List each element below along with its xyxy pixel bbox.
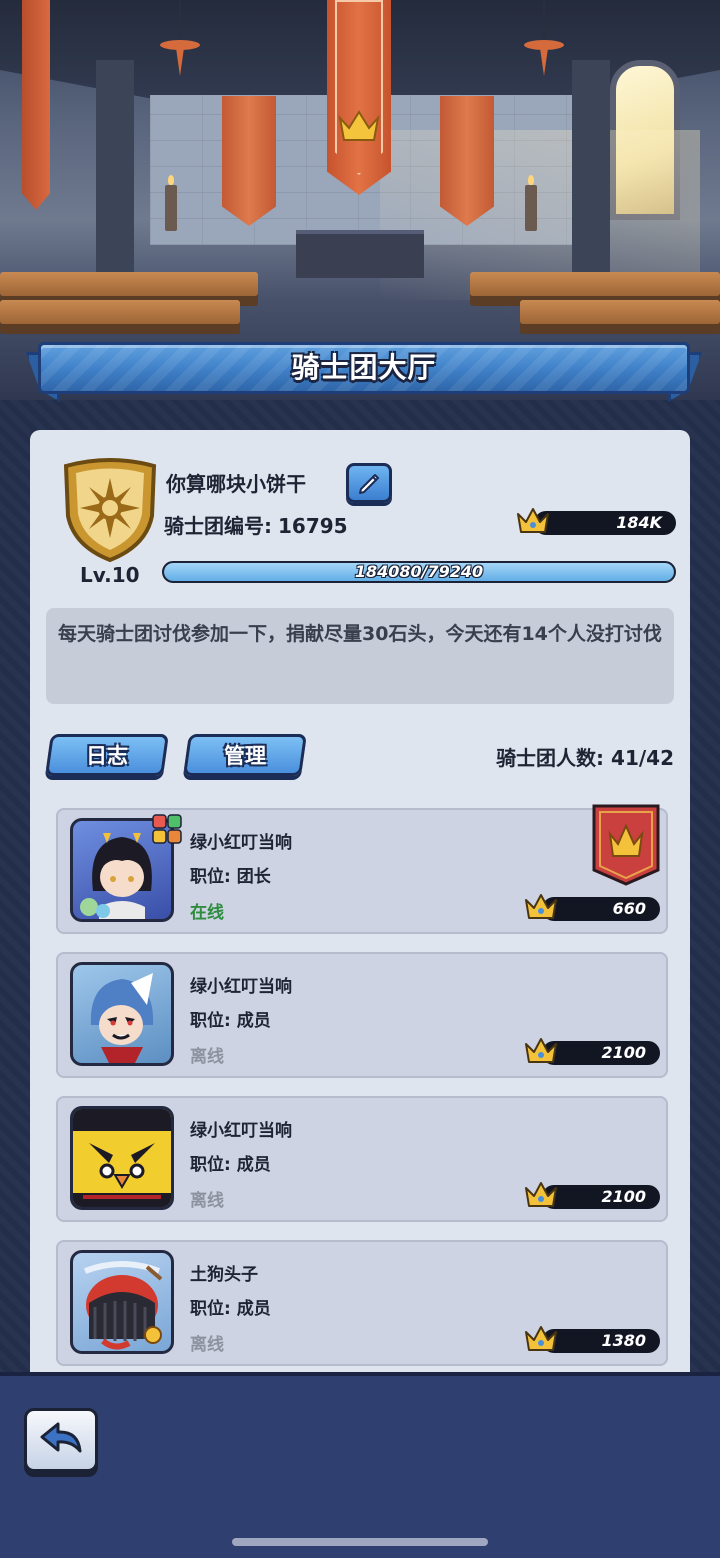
hall-table (0, 300, 240, 324)
member-trophy-count: 660 (524, 894, 660, 922)
throne-dais (296, 230, 424, 278)
title-ribbon: 骑士团大厅 (26, 340, 702, 402)
red-black-creature-avatar-icon (83, 1261, 163, 1350)
candle (525, 175, 537, 231)
home-indicator[interactable] (232, 1538, 488, 1546)
yellow-spiky-monster-avatar-icon (73, 1109, 171, 1207)
bottom-bar (0, 1372, 720, 1558)
member-card[interactable]: 绿小红叮当响 职位: 成员 离线 2100 (56, 1096, 668, 1222)
trophy-crown-icon (517, 508, 549, 533)
member-trophy-count: 2100 (524, 1038, 660, 1066)
side-banner (22, 0, 50, 210)
member-role: 职位: 成员 (190, 1155, 271, 1175)
member-trophy-count: 2100 (524, 1182, 660, 1210)
manage-button[interactable]: 管理 (183, 734, 307, 776)
member-card[interactable]: 绿小红叮当响 职位: 团长 在线 660 (56, 804, 668, 934)
member-status: 离线 (190, 1191, 224, 1211)
member-status: 离线 (190, 1047, 224, 1067)
crown-banner (327, 0, 391, 195)
blue-wolf-boy-avatar-icon (90, 973, 154, 1063)
guild-level: Lv.10 (80, 563, 140, 587)
log-button[interactable]: 日志 (45, 734, 169, 776)
guild-notice: 每天骑士团讨伐参加一下，捐献尽量30石头，今天还有14个人没打讨伐 (46, 608, 674, 704)
member-role: 职位: 成员 (190, 1011, 271, 1031)
edit-name-button[interactable] (346, 463, 392, 503)
guild-trophy-count: 184K (516, 508, 676, 536)
member-name: 绿小红叮当响 (190, 977, 292, 997)
crown-emblem-icon (338, 110, 380, 141)
member-role: 职位: 成员 (190, 1299, 271, 1319)
guild-id: 骑士团编号: 16795 (164, 514, 348, 538)
trophy-crown-icon (525, 1038, 557, 1063)
hall-table (0, 272, 258, 296)
trophy-crown-icon (525, 1182, 557, 1207)
hall-table (470, 272, 720, 296)
hanging-lamp (160, 0, 200, 50)
guild-header: 你算哪块小饼干 骑士团编号: 16795 184K Lv.10 184080/79… (30, 430, 690, 600)
member-name: 土狗头子 (190, 1265, 258, 1285)
member-avatar (70, 962, 174, 1066)
guild-shield-icon (63, 458, 157, 563)
pencil-icon (359, 474, 379, 494)
member-status: 在线 (190, 903, 224, 923)
member-avatar (70, 1106, 174, 1210)
guild-exp-text: 184080/79240 (354, 562, 484, 581)
back-arrow-icon (40, 1422, 82, 1453)
guild-panel: 你算哪块小饼干 骑士团编号: 16795 184K Lv.10 184080/79… (30, 430, 690, 1375)
member-name: 绿小红叮当响 (190, 1121, 292, 1141)
dragon-banner (440, 96, 494, 226)
trophy-crown-icon (525, 1326, 557, 1351)
member-avatar (70, 1250, 174, 1354)
guild-name: 你算哪块小饼干 (166, 472, 306, 496)
guild-exp-bar: 184080/79240 (162, 561, 676, 583)
member-name: 绿小红叮当响 (190, 833, 292, 853)
candle (165, 175, 177, 231)
color-blocks-icon (152, 814, 182, 844)
trophy-crown-icon (525, 894, 557, 919)
dragon-banner (222, 96, 276, 226)
member-status: 离线 (190, 1335, 224, 1355)
guild-id-value: 16795 (278, 514, 348, 538)
member-card[interactable]: 绿小红叮当响 职位: 成员 离线 2100 (56, 952, 668, 1078)
hall-table (520, 300, 720, 324)
member-role: 职位: 团长 (190, 867, 271, 887)
back-button[interactable] (24, 1408, 98, 1472)
member-trophy-count: 1380 (524, 1326, 660, 1354)
member-count: 骑士团人数: 41/42 (496, 746, 674, 770)
leader-flag-icon (592, 804, 660, 886)
page-title: 骑士团大厅 (291, 351, 437, 384)
hanging-lamp (524, 0, 564, 50)
member-card[interactable]: 土狗头子 职位: 成员 离线 1380 (56, 1240, 668, 1366)
